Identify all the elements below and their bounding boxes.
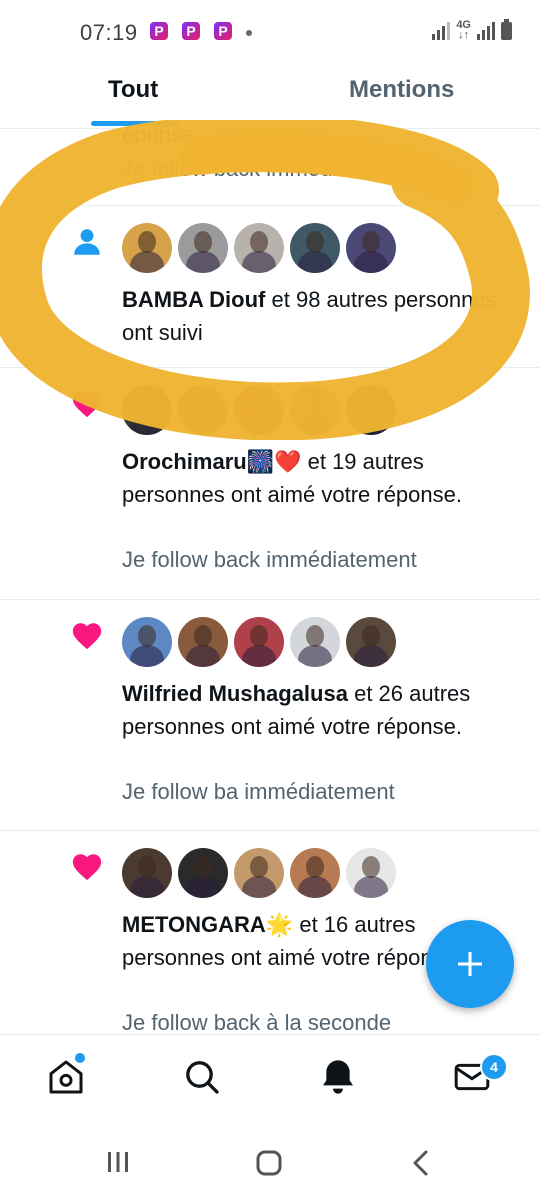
notification-tabs: Tout Mentions — [0, 66, 540, 129]
avatar-row — [122, 385, 396, 435]
user-name[interactable]: METONGARA🌟 — [122, 912, 293, 937]
avatar[interactable] — [346, 223, 396, 273]
user-name[interactable]: BAMBA Diouf — [122, 287, 265, 312]
signal-icon — [477, 20, 495, 40]
notification-item[interactable]: Orochimaru🎆❤️ et 19 autres personnes ont… — [0, 367, 540, 600]
avatar[interactable] — [122, 385, 172, 435]
notification-text: Orochimaru🎆❤️ et 19 autres personnes ont… — [122, 449, 462, 507]
recent-apps-icon[interactable] — [104, 1148, 132, 1176]
avatar[interactable] — [178, 385, 228, 435]
avatar[interactable] — [290, 617, 340, 667]
user-name[interactable]: Wilfried Mushagalusa — [122, 681, 348, 706]
app-notification-icon: P — [150, 22, 168, 40]
status-bar: 07:19 P P P 4G ↓↑ — [0, 0, 540, 66]
tab-mentions[interactable]: Mentions — [349, 76, 454, 104]
system-icons: 4G ↓↑ — [432, 19, 512, 41]
reply-snippet: Je follow back immédiatement — [122, 156, 417, 181]
app-notification-icon: P — [214, 22, 232, 40]
search-icon[interactable] — [182, 1057, 222, 1097]
avatar[interactable] — [178, 223, 228, 273]
avatar[interactable] — [234, 848, 284, 898]
avatar-row — [122, 617, 396, 667]
system-navigation-bar — [0, 1124, 540, 1200]
notification-item[interactable]: Wilfried Mushagalusa et 26 autres person… — [0, 599, 540, 831]
avatar[interactable] — [346, 848, 396, 898]
active-tab-indicator — [91, 121, 179, 126]
compose-button[interactable] — [426, 920, 514, 1008]
reply-snippet: Je follow back à la seconde — [122, 1010, 392, 1034]
app-notification-icon: P — [182, 22, 200, 40]
network-type: 4G ↓↑ — [456, 19, 471, 41]
back-icon[interactable] — [408, 1148, 434, 1178]
user-name[interactable]: Orochimaru🎆❤️ — [122, 449, 301, 474]
heart-icon — [72, 854, 102, 881]
avatar[interactable] — [234, 617, 284, 667]
bell-icon[interactable] — [318, 1057, 358, 1097]
avatar[interactable] — [290, 848, 340, 898]
avatar-row — [122, 848, 396, 898]
reply-snippet: Je follow ba immédiatement — [122, 779, 395, 804]
notification-app-icons: P P P — [150, 22, 232, 40]
notification-item[interactable]: BAMBA Diouf et 98 autres personnes ont s… — [0, 205, 540, 368]
notification-text: éponse. — [122, 128, 201, 147]
plus-icon — [458, 952, 482, 976]
avatar[interactable] — [290, 223, 340, 273]
avatar[interactable] — [178, 848, 228, 898]
notification-text: BAMBA Diouf et 98 autres personnes ont s… — [122, 287, 497, 345]
battery-icon — [501, 19, 512, 40]
heart-icon — [72, 623, 102, 650]
status-time: 07:19 — [80, 20, 138, 45]
avatar[interactable] — [122, 617, 172, 667]
avatar[interactable] — [234, 385, 284, 435]
bottom-navigation: 4 — [0, 1034, 540, 1125]
home-system-icon[interactable] — [254, 1148, 284, 1178]
messages-badge: 4 — [480, 1053, 508, 1081]
person-icon — [74, 229, 100, 255]
avatar[interactable] — [122, 223, 172, 273]
notification-text: Wilfried Mushagalusa et 26 autres person… — [122, 681, 471, 739]
heart-icon — [72, 391, 102, 418]
avatar[interactable] — [346, 617, 396, 667]
home-icon[interactable] — [46, 1057, 86, 1097]
notification-item[interactable]: éponse. Je follow back immédiatement — [0, 128, 540, 206]
notifications-feed[interactable]: éponse. Je follow back immédiatement BAM… — [0, 128, 540, 1034]
avatar[interactable] — [122, 848, 172, 898]
avatar[interactable] — [346, 385, 396, 435]
reply-snippet: Je follow back immédiatement — [122, 547, 417, 572]
home-new-indicator — [75, 1053, 85, 1063]
avatar-row — [122, 223, 396, 273]
more-notifications-dot — [246, 30, 252, 36]
avatar[interactable] — [290, 385, 340, 435]
tab-all[interactable]: Tout — [108, 76, 158, 104]
avatar[interactable] — [234, 223, 284, 273]
signal-icon — [432, 20, 451, 40]
avatar[interactable] — [178, 617, 228, 667]
